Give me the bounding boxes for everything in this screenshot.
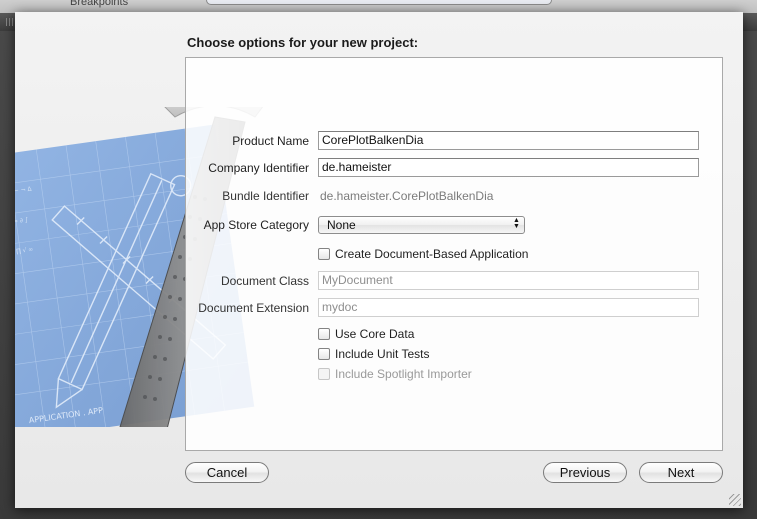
product-name-label: Product Name	[232, 134, 309, 148]
include-unit-tests-label: Include Unit Tests	[335, 347, 430, 361]
document-extension-field[interactable]: mydoc	[318, 298, 699, 317]
company-identifier-label: Company Identifier	[208, 161, 309, 175]
include-spotlight-importer-checkbox	[318, 368, 330, 380]
include-spotlight-importer-label: Include Spotlight Importer	[335, 367, 472, 381]
company-identifier-field[interactable]: de.hameister	[318, 158, 699, 177]
app-store-category-label: App Store Category	[203, 218, 309, 232]
use-core-data-checkbox[interactable]	[318, 328, 330, 340]
bundle-identifier-value: de.hameister.CorePlotBalkenDia	[320, 189, 494, 203]
app-store-category-value: None	[327, 218, 356, 232]
app-store-category-popup[interactable]: None ▲ ▼	[318, 216, 525, 234]
next-button[interactable]: Next	[639, 462, 723, 483]
resize-grip-icon[interactable]	[729, 494, 741, 506]
use-core-data-label: Use Core Data	[335, 327, 415, 341]
new-project-sheet: Ω ◦ ⌐ ¬ ∆ ~ ≈ ∂ ∫ ∑ ∏ √ ∞ APPLICATION . …	[15, 12, 743, 508]
background-toolbar-field	[206, 0, 552, 5]
product-name-field[interactable]: CorePlotBalkenDia	[318, 131, 699, 150]
document-based-label: Create Document-Based Application	[335, 247, 529, 261]
include-unit-tests-checkbox[interactable]	[318, 348, 330, 360]
document-based-checkbox[interactable]	[318, 248, 330, 260]
sheet-title: Choose options for your new project:	[187, 35, 419, 50]
document-class-field[interactable]: MyDocument	[318, 271, 699, 290]
background-toolbar-label: Breakpoints	[70, 0, 129, 8]
document-class-label: Document Class	[220, 274, 309, 288]
document-extension-label: Document Extension	[198, 301, 309, 315]
popup-arrows-icon: ▲ ▼	[513, 217, 520, 230]
bundle-identifier-label: Bundle Identifier	[222, 189, 309, 203]
previous-button[interactable]: Previous	[543, 462, 627, 483]
cancel-button[interactable]: Cancel	[185, 462, 269, 483]
